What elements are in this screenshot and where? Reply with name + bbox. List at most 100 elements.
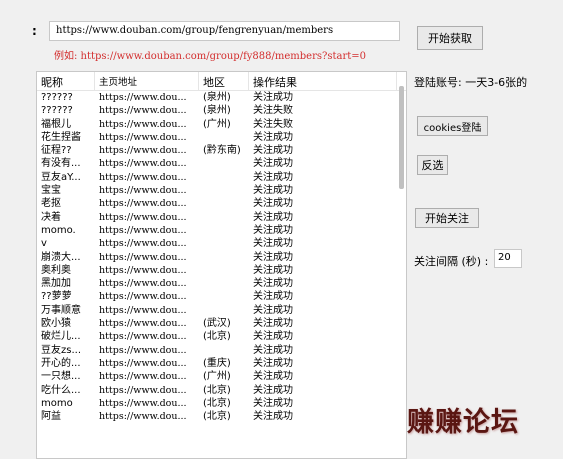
table-row[interactable]: ?????? https://www.dou... (泉州) 关注成功 — [37, 91, 406, 104]
result-cell: 关注成功 — [253, 357, 293, 369]
result-cell: 关注成功 — [253, 397, 293, 409]
homepage-cell: https://www.dou... — [99, 131, 187, 143]
region-cell — [199, 304, 249, 317]
table-row[interactable]: 欧小猿 https://www.dou... (武汉) 关注成功 — [37, 317, 406, 330]
region-cell: (重庆) — [203, 357, 231, 369]
table-row[interactable]: 福根儿 https://www.dou... (广州) 关注失败 — [37, 118, 406, 131]
result-cell: 关注成功 — [253, 344, 293, 356]
region-cell — [199, 251, 249, 264]
homepage-cell: https://www.dou... — [99, 211, 187, 223]
start-fetch-button[interactable]: 开始获取 — [417, 26, 483, 50]
url-input[interactable]: https://www.douban.com/group/fengrenyuan… — [49, 21, 400, 41]
region-cell: (北京) — [203, 331, 231, 343]
result-cell: 关注成功 — [253, 304, 293, 316]
table-row[interactable]: momo. https://www.dou... 关注成功 — [37, 224, 406, 237]
table-row[interactable]: 奥利奥 https://www.dou... 关注成功 — [37, 264, 406, 277]
table-row[interactable]: 开心的... https://www.dou... (重庆) 关注成功 — [37, 357, 406, 370]
table-row[interactable]: 豆友zs... https://www.dou... 关注成功 — [37, 344, 406, 357]
members-table[interactable]: 昵称 主页地址 地区 操作结果 ?????? https://www.dou...… — [36, 71, 407, 459]
homepage-cell: https://www.dou... — [99, 318, 187, 330]
start-follow-button[interactable]: 开始关注 — [415, 208, 479, 228]
result-cell: 关注成功 — [253, 291, 293, 303]
homepage-cell: https://www.dou... — [99, 384, 187, 396]
nickname-cell: 征程?? — [41, 145, 72, 157]
region-cell — [199, 171, 249, 184]
nickname-cell: momo — [41, 397, 73, 409]
table-row[interactable]: 宝宝 https://www.dou... 关注成功 — [37, 184, 406, 197]
region-cell — [199, 131, 249, 144]
region-cell: (泉州) — [203, 105, 231, 117]
table-row[interactable]: 豆友aY... https://www.dou... 关注成功 — [37, 171, 406, 184]
homepage-cell: https://www.dou... — [99, 397, 187, 409]
table-row[interactable]: 阿益 https://www.dou... (北京) 关注成功 — [37, 410, 406, 423]
homepage-cell: https://www.dou... — [99, 371, 187, 383]
homepage-cell: https://www.dou... — [99, 171, 187, 183]
table-row[interactable]: 吃什么... https://www.dou... (北京) 关注成功 — [37, 384, 406, 397]
nickname-cell: 有没有... — [41, 158, 81, 170]
region-cell — [199, 344, 249, 357]
region-cell — [199, 184, 249, 197]
header-homepage[interactable]: 主页地址 — [95, 72, 199, 90]
homepage-cell: https://www.dou... — [99, 158, 187, 170]
result-cell: 关注成功 — [253, 198, 293, 210]
region-cell: (广州) — [203, 118, 231, 130]
homepage-cell: https://www.dou... — [99, 344, 187, 356]
result-cell: 关注成功 — [253, 278, 293, 290]
table-row[interactable]: 决着 https://www.dou... 关注成功 — [37, 211, 406, 224]
table-row[interactable]: 黑加加 https://www.dou... 关注成功 — [37, 277, 406, 290]
result-cell: 关注成功 — [253, 158, 293, 170]
table-row[interactable]: 破烂儿... https://www.dou... (北京) 关注成功 — [37, 330, 406, 343]
table-row[interactable]: 花生捏酱 https://www.dou... 关注成功 — [37, 131, 406, 144]
header-region[interactable]: 地区 — [199, 72, 249, 90]
interval-input[interactable]: 20 — [494, 249, 522, 268]
table-row[interactable]: 有没有... https://www.dou... 关注成功 — [37, 157, 406, 170]
table-row[interactable]: 万事顺意 https://www.dou... 关注成功 — [37, 304, 406, 317]
nickname-cell: 宝宝 — [41, 185, 61, 197]
cookies-login-button[interactable]: cookies登陆 — [417, 116, 488, 136]
nickname-cell: v — [41, 238, 47, 250]
result-cell: 关注成功 — [253, 224, 293, 236]
result-cell: 关注成功 — [253, 145, 293, 157]
header-nickname[interactable]: 昵称 — [37, 72, 95, 90]
result-cell: 关注成功 — [253, 331, 293, 343]
nickname-cell: 欧小猿 — [41, 318, 71, 330]
table-row[interactable]: v https://www.dou... 关注成功 — [37, 237, 406, 250]
homepage-cell: https://www.dou... — [99, 331, 187, 343]
result-cell: 关注成功 — [253, 238, 293, 250]
region-cell — [199, 211, 249, 224]
region-cell — [199, 157, 249, 170]
forum-watermark: 赚赚论坛 — [407, 407, 519, 438]
result-cell: 关注成功 — [253, 264, 293, 276]
nickname-cell: 破烂儿... — [41, 331, 81, 343]
table-row[interactable]: ?????? https://www.dou... (泉州) 关注失败 — [37, 104, 406, 117]
result-cell: 关注成功 — [253, 251, 293, 263]
nickname-cell: 奥利奥 — [41, 264, 71, 276]
table-row[interactable]: 老抠 https://www.dou... 关注成功 — [37, 197, 406, 210]
table-row[interactable]: 征程?? https://www.dou... (黔东南) 关注成功 — [37, 144, 406, 157]
table-row[interactable]: ??萝萝 https://www.dou... 关注成功 — [37, 290, 406, 303]
region-cell — [199, 237, 249, 250]
table-header: 昵称 主页地址 地区 操作结果 — [37, 72, 406, 91]
result-cell: 关注成功 — [253, 318, 293, 330]
nickname-cell: 决着 — [41, 211, 61, 223]
table-row[interactable]: momo https://www.dou... (北京) 关注成功 — [37, 397, 406, 410]
table-body: ?????? https://www.dou... (泉州) 关注成功?????? ht… — [37, 91, 406, 423]
header-result[interactable]: 操作结果 — [249, 72, 397, 90]
homepage-cell: https://www.dou... — [99, 185, 187, 197]
nickname-cell: momo. — [41, 224, 76, 236]
invert-selection-button[interactable]: 反选 — [417, 155, 448, 175]
homepage-cell: https://www.dou... — [99, 118, 187, 130]
nickname-cell: 开心的... — [41, 357, 81, 369]
table-scrollbar[interactable] — [399, 86, 404, 189]
example-hint: 例如: https://www.douban.com/group/fy888/m… — [54, 51, 367, 62]
nickname-cell: 豆友aY... — [41, 171, 81, 183]
nickname-cell: 一只想... — [41, 371, 81, 383]
region-cell — [199, 197, 249, 210]
table-row[interactable]: 崩溃大... https://www.dou... 关注成功 — [37, 251, 406, 264]
homepage-cell: https://www.dou... — [99, 92, 187, 103]
result-cell: 关注成功 — [253, 371, 293, 383]
table-row[interactable]: 一只想... https://www.dou... (广州) 关注成功 — [37, 370, 406, 383]
nickname-cell: ??萝萝 — [41, 291, 72, 303]
result-cell: 关注成功 — [253, 211, 293, 223]
region-cell: (北京) — [203, 384, 231, 396]
